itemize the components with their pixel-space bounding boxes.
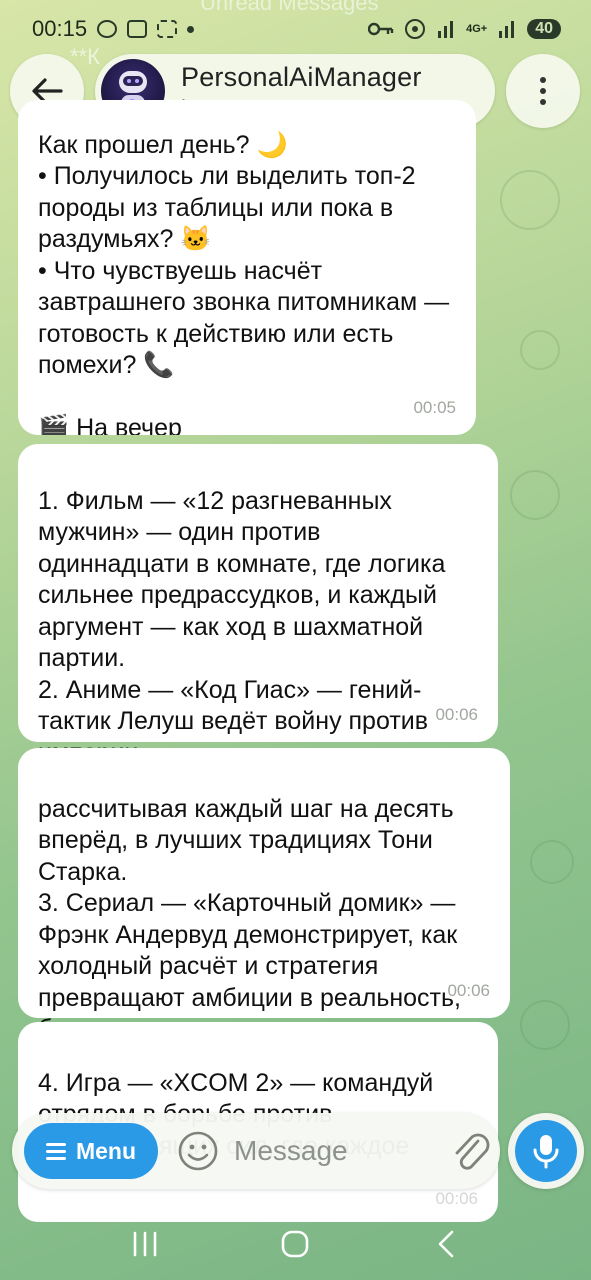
message-text: рассчитывая каждый шаг на десять вперёд,…	[38, 794, 461, 1044]
message-time: 00:06	[435, 704, 478, 724]
smiley-icon[interactable]	[176, 1129, 220, 1173]
system-back-button[interactable]	[416, 1219, 476, 1269]
message-text: 1. Фильм — «12 разгневанных мужчин» — од…	[38, 486, 446, 767]
recent-apps-icon	[133, 1231, 157, 1257]
more-options-button[interactable]	[506, 54, 580, 128]
more-notifications-dot	[187, 25, 195, 33]
message-input[interactable]	[234, 1127, 434, 1175]
wallpaper-doodle	[500, 170, 560, 230]
status-right: 4G+ 40	[368, 18, 561, 40]
wallpaper-doodle	[520, 1000, 570, 1050]
message-time: 00:05	[413, 397, 456, 417]
menu-icon	[45, 1142, 66, 1160]
screenshot-icon	[157, 20, 178, 38]
voice-record-button[interactable]	[508, 1113, 584, 1189]
network-type: 4G+	[466, 23, 488, 35]
status-bar: 00:15 4G+ 40	[0, 0, 591, 58]
message-bubble[interactable]: Как прошел день? 🌙 • Получилось ли выдел…	[18, 100, 476, 435]
robot-visor-shape	[123, 76, 143, 86]
menu-label: Menu	[75, 1137, 137, 1164]
key-icon	[368, 22, 394, 36]
more-vertical-icon-dot	[540, 88, 546, 94]
message-composer: Menu	[12, 1113, 500, 1189]
more-vertical-icon-dot	[540, 77, 546, 83]
robot-eye-left	[127, 79, 131, 83]
signal-icon	[438, 21, 454, 38]
microphone-icon-wrapper	[515, 1120, 577, 1182]
bot-name: PersonalAiManager	[181, 61, 422, 92]
shield-icon	[127, 20, 148, 38]
notification-icon	[97, 20, 118, 38]
message-bubble[interactable]: рассчитывая каждый шаг на десять вперёд,…	[18, 748, 510, 1043]
wallpaper-doodle	[520, 330, 560, 370]
back-chevron-icon	[438, 1230, 454, 1258]
recent-apps-button[interactable]	[115, 1219, 175, 1269]
message-bubble[interactable]: 1. Фильм — «12 разгневанных мужчин» — од…	[18, 444, 498, 767]
message-text: Как прошел день? 🌙 • Получилось ли выдел…	[38, 130, 450, 436]
robot-eye-right	[135, 79, 139, 83]
more-vertical-icon-dot	[540, 99, 546, 105]
message-time: 00:06	[447, 980, 490, 1000]
wallpaper-doodle	[530, 840, 574, 884]
bot-menu-button[interactable]: Menu	[24, 1123, 158, 1179]
status-left: 00:15	[32, 16, 195, 42]
microphone-icon	[533, 1135, 559, 1169]
system-nav-bar	[0, 1208, 591, 1280]
home-icon	[282, 1230, 309, 1258]
battery-indicator: 40	[527, 19, 561, 39]
signal-icon-2	[499, 21, 515, 38]
status-time: 00:15	[32, 16, 88, 41]
hotspot-icon	[405, 19, 426, 39]
paperclip-icon[interactable]	[448, 1127, 492, 1175]
home-button[interactable]	[265, 1219, 325, 1269]
wallpaper-doodle	[510, 470, 560, 520]
